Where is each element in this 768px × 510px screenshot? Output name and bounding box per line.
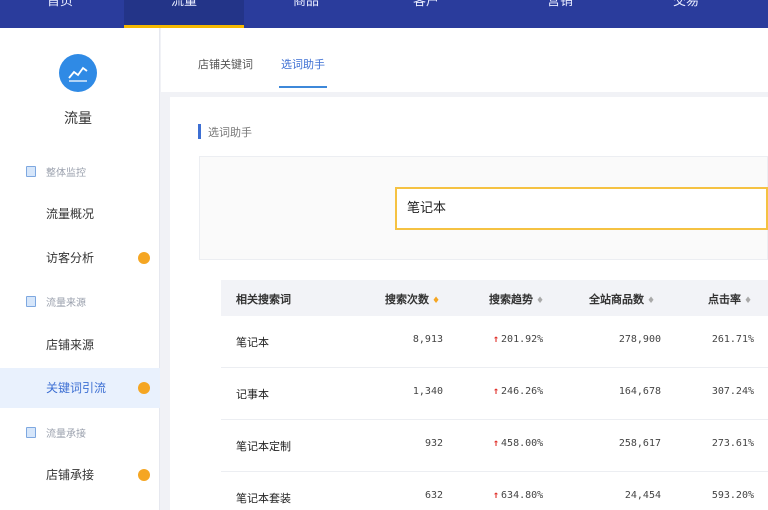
sidebar-item-label: 关键词引流 bbox=[46, 381, 107, 395]
sidebar-item-shop-conversion[interactable]: 店铺承接 bbox=[0, 455, 160, 495]
ctr-cell: 593.20% bbox=[711, 490, 754, 501]
sort-caret-icon[interactable]: ♦ bbox=[432, 296, 440, 306]
arrow-up-icon: ↑ bbox=[493, 386, 500, 397]
table-header: 相关搜索词 搜索次数 ♦ 搜索趋势 ♦ 全站商品数 ♦ 点击率 ♦ bbox=[221, 280, 768, 316]
searches-cell: 8,913 bbox=[412, 334, 443, 345]
sidebar-item-label: 店铺来源 bbox=[46, 338, 95, 352]
line-chart-icon bbox=[59, 54, 97, 92]
arrow-up-icon: ↑ bbox=[493, 490, 500, 501]
sidebar-group-overall: 整体监控 bbox=[26, 161, 86, 181]
sidebar-item-label: 流量概况 bbox=[46, 207, 95, 221]
column-header-ctr[interactable]: 点击率 ♦ bbox=[708, 291, 752, 307]
sidebar-group-label: 流量来源 bbox=[46, 297, 86, 309]
products-cell: 164,678 bbox=[618, 386, 661, 397]
tab-shop-keywords[interactable]: 店铺关键词 bbox=[198, 56, 253, 72]
notification-dot bbox=[138, 382, 150, 394]
ctr-cell: 307.24% bbox=[711, 386, 754, 397]
ctr-cell: 273.61% bbox=[711, 438, 754, 449]
nav-item-customers[interactable]: 客户 bbox=[366, 0, 486, 28]
sidebar-group-label: 流量承接 bbox=[46, 428, 86, 440]
sidebar-item-label: 店铺承接 bbox=[46, 468, 95, 482]
nav-item-transactions[interactable]: 交易 bbox=[626, 0, 746, 28]
nav-item-home[interactable]: 首页 bbox=[0, 0, 120, 28]
top-navigation: 首页 流量 商品 客户 营销 交易 bbox=[0, 0, 768, 28]
arrow-up-icon: ↑ bbox=[493, 334, 500, 345]
sidebar-item-shop-sources[interactable]: 店铺来源 bbox=[0, 325, 160, 365]
column-header-products[interactable]: 全站商品数 ♦ bbox=[589, 291, 655, 307]
document-icon bbox=[26, 295, 36, 307]
document-icon bbox=[26, 165, 36, 177]
keyword-cell[interactable]: 笔记本 bbox=[236, 334, 269, 350]
keyword-cell[interactable]: 笔记本定制 bbox=[236, 438, 291, 454]
sidebar: 流量 整体监控 流量概况 访客分析 流量来源 店铺来源 关键词引流 流量承接 店… bbox=[0, 28, 160, 510]
nav-item-marketing[interactable]: 营销 bbox=[500, 0, 620, 28]
sidebar-group-label: 整体监控 bbox=[46, 167, 86, 179]
products-cell: 278,900 bbox=[618, 334, 661, 345]
nav-item-traffic[interactable]: 流量 bbox=[124, 0, 244, 28]
document-icon bbox=[26, 426, 36, 438]
trend-cell: ↑ 634.80% bbox=[493, 490, 544, 501]
notification-dot bbox=[138, 252, 150, 264]
notification-dot bbox=[138, 469, 150, 481]
table-row: 笔记本 8,913 ↑ 201.92% 278,900 261.71% bbox=[221, 316, 768, 368]
sidebar-item-traffic-overview[interactable]: 流量概况 bbox=[0, 194, 160, 234]
trend-cell: ↑ 458.00% bbox=[493, 438, 544, 449]
products-cell: 258,617 bbox=[618, 438, 661, 449]
search-input[interactable]: 笔记本 bbox=[395, 187, 768, 230]
sort-caret-icon[interactable]: ♦ bbox=[536, 296, 544, 306]
keyword-cell[interactable]: 笔记本套装 bbox=[236, 490, 291, 506]
tab-keyword-assistant[interactable]: 选词助手 bbox=[281, 56, 325, 72]
table-row: 笔记本套装 632 ↑ 634.80% 24,454 593.20% bbox=[221, 472, 768, 510]
keyword-cell[interactable]: 记事本 bbox=[236, 386, 269, 402]
column-header-keyword: 相关搜索词 bbox=[236, 293, 291, 306]
sidebar-group-sources: 流量来源 bbox=[26, 291, 86, 311]
nav-item-products[interactable]: 商品 bbox=[246, 0, 366, 28]
trend-cell: ↑ 201.92% bbox=[493, 334, 544, 345]
sidebar-item-keyword-traffic[interactable]: 关键词引流 bbox=[0, 368, 160, 408]
sidebar-item-label: 访客分析 bbox=[46, 251, 95, 265]
table-row: 笔记本定制 932 ↑ 458.00% 258,617 273.61% bbox=[221, 420, 768, 472]
column-header-trend[interactable]: 搜索趋势 ♦ bbox=[489, 291, 544, 307]
ctr-cell: 261.71% bbox=[711, 334, 754, 345]
sort-caret-icon[interactable]: ♦ bbox=[744, 296, 752, 306]
sidebar-item-visitor-analysis[interactable]: 访客分析 bbox=[0, 238, 160, 278]
sidebar-title: 流量 bbox=[64, 111, 92, 127]
section-title: 选词助手 bbox=[198, 124, 252, 140]
active-tab-indicator bbox=[279, 86, 327, 88]
column-header-searches[interactable]: 搜索次数 ♦ bbox=[385, 291, 440, 307]
sidebar-group-conversion: 流量承接 bbox=[26, 422, 86, 442]
searches-cell: 1,340 bbox=[412, 386, 443, 397]
arrow-up-icon: ↑ bbox=[493, 438, 500, 449]
trend-cell: ↑ 246.26% bbox=[493, 386, 544, 397]
sort-caret-icon[interactable]: ♦ bbox=[647, 296, 655, 306]
products-cell: 24,454 bbox=[624, 490, 661, 501]
searches-cell: 632 bbox=[424, 490, 443, 501]
tab-bar: 店铺关键词 选词助手 bbox=[161, 28, 768, 92]
table-row: 记事本 1,340 ↑ 246.26% 164,678 307.24% bbox=[221, 368, 768, 420]
searches-cell: 932 bbox=[424, 438, 443, 449]
